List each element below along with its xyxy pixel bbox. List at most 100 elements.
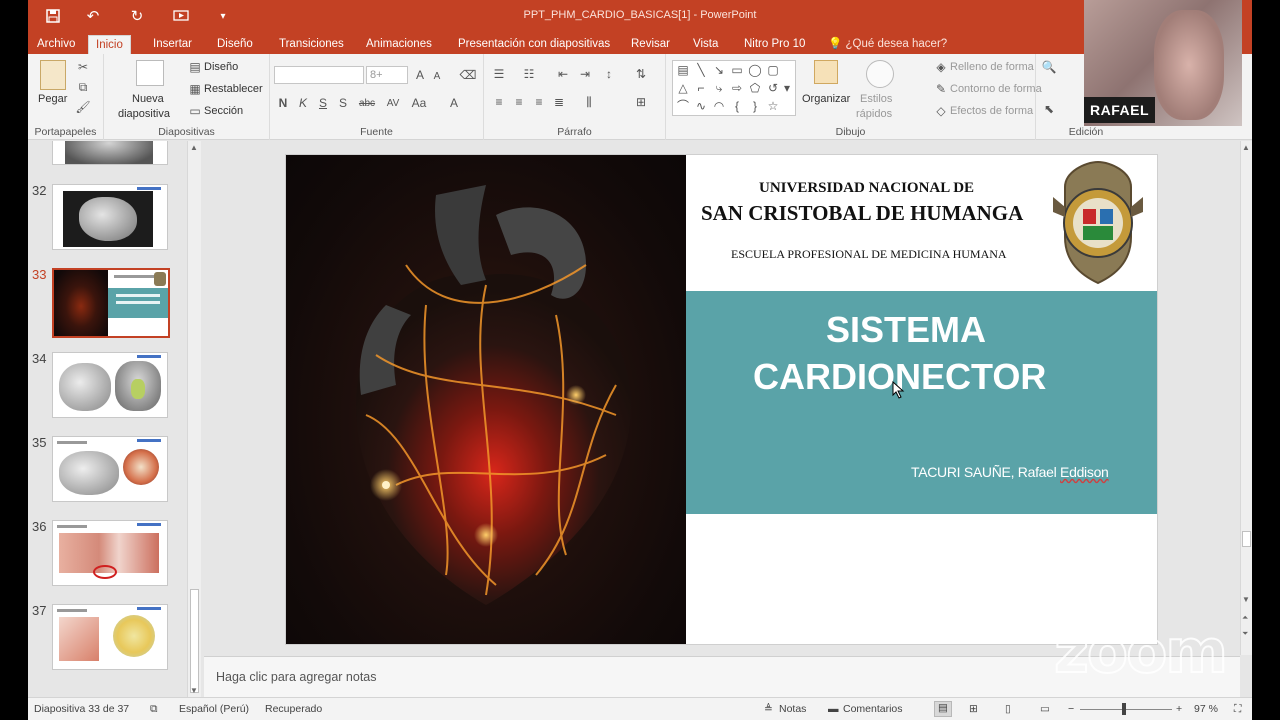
justify-icon[interactable]: ≣ <box>550 94 568 110</box>
arc-shape-icon[interactable]: ◠ <box>711 99 727 113</box>
smartart-icon[interactable]: ⊞ <box>632 94 650 110</box>
tab-insertar[interactable]: Insertar <box>146 35 199 54</box>
slide-thumbnail[interactable] <box>52 352 168 418</box>
font-size-field[interactable]: 8+ <box>366 66 408 84</box>
shape-outline-button[interactable]: Contorno de forma <box>950 83 1042 95</box>
scroll-up-icon[interactable]: ▲ <box>1242 143 1250 152</box>
tab-revisar[interactable]: Revisar <box>624 35 677 54</box>
rectangle-shape-icon[interactable]: ▭ <box>729 63 745 77</box>
tab-presentacion[interactable]: Presentación con diapositivas <box>451 35 617 54</box>
arrow-line-shape-icon[interactable]: ↘ <box>711 63 727 77</box>
underline-icon[interactable]: S <box>316 96 330 110</box>
bullets-icon[interactable]: ☰ <box>490 66 508 82</box>
align-right-icon[interactable]: ≡ <box>530 94 548 110</box>
shape-fill-button[interactable]: Relleno de forma <box>950 61 1034 73</box>
paste-button[interactable]: Pegar <box>38 93 67 105</box>
zoom-in-icon[interactable]: + <box>1176 703 1182 715</box>
organize-button[interactable]: Organizar <box>802 93 850 105</box>
curve-shape-icon[interactable]: ⌒ <box>675 99 691 113</box>
thumbnails-scrollbar[interactable]: ▲ ▼ <box>187 141 201 697</box>
tab-animaciones[interactable]: Animaciones <box>359 35 439 54</box>
quick-styles-button[interactable]: Estilos <box>860 93 892 105</box>
layout-button[interactable]: Diseño <box>204 61 238 73</box>
bold-icon[interactable]: N <box>276 96 290 110</box>
textbox-shape-icon[interactable]: ▤ <box>675 63 691 77</box>
tab-transiciones[interactable]: Transiciones <box>272 35 351 54</box>
new-slide-button[interactable]: Nueva <box>132 93 164 105</box>
paste-icon[interactable] <box>40 60 66 90</box>
line-shape-icon[interactable]: ╲ <box>693 63 709 77</box>
previous-slide-icon[interactable]: ⏶ <box>1242 613 1248 623</box>
slide-scrollbar[interactable]: ▲ ▼ ⏶ ⏷ <box>1240 141 1252 655</box>
scroll-down-icon[interactable]: ▼ <box>190 686 198 695</box>
right-arrow-shape-icon[interactable]: ⇨ <box>729 81 745 95</box>
tab-diseno[interactable]: Diseño <box>210 35 260 54</box>
comments-button[interactable]: Comentarios <box>843 703 903 715</box>
quick-styles-button-line2[interactable]: rápidos <box>856 108 892 120</box>
spellcheck-icon[interactable]: ⧉ <box>150 703 158 716</box>
reading-view-icon[interactable]: ▯ <box>1005 703 1011 715</box>
find-icon[interactable]: 🔍 <box>1042 60 1057 74</box>
cut-icon[interactable]: ✂ <box>76 60 90 74</box>
change-case-icon[interactable]: Aa <box>408 96 430 110</box>
tab-inicio[interactable]: Inicio <box>88 35 131 54</box>
columns-icon[interactable]: ⫼ <box>580 94 598 110</box>
triangle-shape-icon[interactable]: △ <box>675 81 691 95</box>
next-slide-icon[interactable]: ⏷ <box>1242 629 1248 639</box>
shrink-font-icon[interactable]: A <box>430 69 444 83</box>
line-spacing-icon[interactable]: ↕ <box>600 66 618 82</box>
select-icon[interactable]: ⬉ <box>1042 102 1056 116</box>
scroll-down-icon[interactable]: ▼ <box>1242 595 1250 604</box>
text-direction-icon[interactable]: ⇅ <box>632 66 650 82</box>
char-spacing-icon[interactable]: AV <box>382 96 404 110</box>
oval-shape-icon[interactable]: ◯ <box>747 63 763 77</box>
tab-archivo[interactable]: Archivo <box>30 35 82 54</box>
numbering-icon[interactable]: ☷ <box>520 66 538 82</box>
slide-sorter-icon[interactable]: ⊞ <box>969 703 978 715</box>
copy-icon[interactable]: ⧉ <box>76 80 90 94</box>
align-left-icon[interactable]: ≡ <box>490 94 508 110</box>
slide-thumbnail-current[interactable] <box>52 268 170 338</box>
fit-to-window-icon[interactable]: ⛶ <box>1234 703 1241 716</box>
tell-me-search[interactable]: 💡 ¿Qué desea hacer? <box>828 35 947 54</box>
font-color-icon[interactable]: A <box>446 96 462 110</box>
pentagon-shape-icon[interactable]: ⬠ <box>747 81 763 95</box>
quick-styles-icon[interactable] <box>866 60 894 88</box>
slide-thumbnail[interactable] <box>52 520 168 586</box>
organize-icon[interactable] <box>814 60 838 84</box>
notes-placeholder[interactable]: Haga clic para agregar notas <box>216 670 377 684</box>
align-center-icon[interactable]: ≡ <box>510 94 528 110</box>
zoom-out-icon[interactable]: − <box>1068 703 1074 715</box>
clear-format-icon[interactable]: ⌫ <box>460 67 477 83</box>
section-button[interactable]: Sección <box>204 105 243 117</box>
gallery-more-icon[interactable]: ▾ <box>781 81 793 95</box>
slideshow-icon[interactable]: ▭ <box>1040 703 1050 715</box>
rounded-rect-shape-icon[interactable]: ▢ <box>765 63 781 77</box>
reset-button[interactable]: Restablecer <box>204 83 263 95</box>
slide-thumbnail[interactable] <box>52 436 168 502</box>
star-shape-icon[interactable]: ☆ <box>765 99 781 113</box>
bracket-shape-icon[interactable]: } <box>747 99 763 113</box>
brace-shape-icon[interactable]: { <box>729 99 745 113</box>
new-slide-icon[interactable] <box>136 60 164 86</box>
decrease-indent-icon[interactable]: ⇤ <box>554 66 572 82</box>
shadow-icon[interactable]: S <box>336 96 350 110</box>
shapes-gallery[interactable]: ▤ ╲ ↘ ▭ ◯ ▢ △ ⌐ ⤷ ⇨ ⬠ ↺ ⌒ ∿ ◠ { } ☆ ▾ <box>672 60 796 116</box>
connector-shape-icon[interactable]: ⌐ <box>693 81 709 95</box>
scroll-up-icon[interactable]: ▲ <box>190 143 198 152</box>
zoom-slider[interactable] <box>1080 709 1172 710</box>
font-name-field[interactable] <box>274 66 364 84</box>
format-painter-icon[interactable]: 🖌 <box>75 100 90 114</box>
tab-vista[interactable]: Vista <box>686 35 725 54</box>
scrollbar-thumb[interactable] <box>1242 531 1251 547</box>
slide-thumbnail[interactable] <box>52 604 168 670</box>
slide-thumbnail[interactable] <box>52 141 168 165</box>
normal-view-icon[interactable]: ▤ <box>934 701 952 717</box>
language-indicator[interactable]: Español (Perú) <box>179 703 249 715</box>
notes-toggle-button[interactable]: Notas <box>779 703 806 715</box>
curved-shape-icon[interactable]: ↺ <box>765 81 781 95</box>
freeform-shape-icon[interactable]: ∿ <box>693 99 709 113</box>
slide-thumbnail[interactable] <box>52 184 168 250</box>
tab-nitro[interactable]: Nitro Pro 10 <box>737 35 812 54</box>
increase-indent-icon[interactable]: ⇥ <box>576 66 594 82</box>
